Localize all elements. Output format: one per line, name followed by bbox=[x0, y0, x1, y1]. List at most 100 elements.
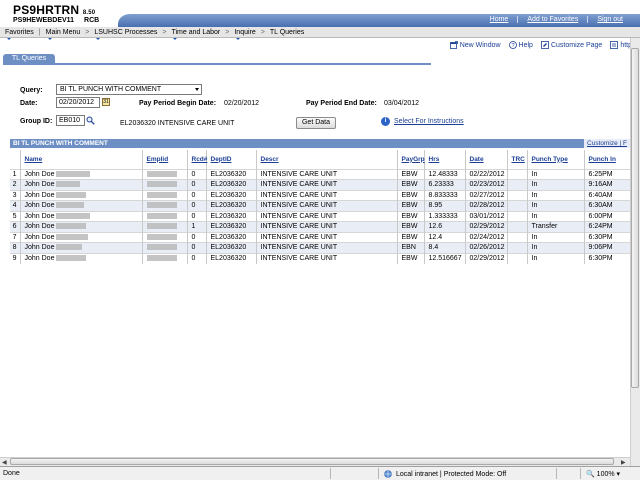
nav-inquire[interactable]: Inquire bbox=[229, 29, 260, 40]
emplid-cell bbox=[142, 200, 188, 211]
col-hrs[interactable]: Hrs bbox=[424, 150, 466, 169]
redacted-emplid bbox=[146, 170, 177, 177]
nav-time-and-labor[interactable]: Time and Labor bbox=[166, 28, 225, 40]
punch-type-cell: In bbox=[527, 242, 585, 253]
nav-time-labor-label: Time and Labor bbox=[171, 28, 221, 36]
deptid-cell: EL2036320 bbox=[206, 231, 257, 243]
punch-type-cell: In bbox=[527, 252, 585, 264]
punch-type-cell: In bbox=[527, 168, 585, 180]
descr-cell: INTENSIVE CARE UNIT bbox=[256, 210, 398, 222]
deptid-cell: EL2036320 bbox=[206, 221, 257, 232]
name-cell: John Doe bbox=[20, 221, 143, 232]
vertical-scroll-thumb[interactable] bbox=[631, 48, 639, 388]
redacted-emplid bbox=[146, 202, 177, 209]
header-banner: PS9HRTRN 8.50 PS9HEWEBDEV11 RCB Home Add… bbox=[0, 0, 640, 27]
nav-tl-queries[interactable]: TL Queries bbox=[265, 29, 309, 36]
trc-cell bbox=[507, 168, 528, 180]
info-icon: i bbox=[381, 117, 390, 126]
table-row: 5 John Doe 0 EL2036320 INTENSIVE CARE UNIT EB… bbox=[10, 210, 631, 222]
customize-page-link[interactable]: Customize Page bbox=[541, 41, 602, 49]
redacted-emplid bbox=[146, 212, 177, 219]
punch-in-cell: 6:30AM bbox=[584, 200, 631, 211]
http-link[interactable]: http bbox=[610, 41, 632, 49]
deptid-cell: EL2036320 bbox=[206, 200, 257, 211]
calendar-icon[interactable]: 31 bbox=[102, 98, 110, 106]
nav-favorites-label: Favorites bbox=[5, 28, 34, 36]
punch-in-cell: 9:06PM bbox=[584, 242, 631, 253]
get-data-button[interactable]: Get Data bbox=[296, 117, 336, 129]
rcd-cell: 0 bbox=[187, 168, 207, 180]
group-description: EL2036320 INTENSIVE CARE UNIT bbox=[120, 120, 235, 127]
table-row: 1 John Doe 0 EL2036320 INTENSIVE CARE UNIT EB… bbox=[10, 168, 631, 180]
date-label: Date: bbox=[20, 100, 38, 107]
paygrp-cell: EBW bbox=[397, 179, 425, 190]
magnifier-icon: 🔍 bbox=[586, 471, 595, 478]
date-cell: 02/29/2012 bbox=[465, 221, 508, 232]
chevron-down-icon bbox=[195, 88, 199, 91]
table-row: 3 John Doe 0 EL2036320 INTENSIVE CARE UNIT EB… bbox=[10, 189, 631, 201]
row-number: 7 bbox=[10, 231, 21, 243]
paygrp-cell: EBW bbox=[397, 200, 425, 211]
search-icon[interactable] bbox=[86, 116, 95, 125]
descr-cell: INTENSIVE CARE UNIT bbox=[256, 242, 398, 253]
query-select[interactable]: BI TL PUNCH WITH COMMENT bbox=[56, 84, 202, 95]
results-table: Name Emplid Rcd# DeptID Descr PayGrp Hrs… bbox=[10, 150, 631, 264]
col-name[interactable]: Name bbox=[20, 150, 143, 169]
home-link[interactable]: Home bbox=[481, 16, 518, 23]
sign-out-link[interactable]: Sign out bbox=[587, 16, 632, 23]
table-row: 9 John Doe 0 EL2036320 INTENSIVE CARE UNIT EB… bbox=[10, 252, 631, 264]
punch-in-cell: 6:24PM bbox=[584, 221, 631, 232]
rcd-cell: 0 bbox=[187, 200, 207, 211]
date-cell: 02/29/2012 bbox=[465, 252, 508, 264]
zoom-level[interactable]: 🔍 100% ▾ bbox=[586, 470, 620, 478]
col-punch-in[interactable]: Punch In bbox=[584, 150, 631, 169]
row-number: 1 bbox=[10, 168, 21, 180]
descr-cell: INTENSIVE CARE UNIT bbox=[256, 221, 398, 232]
nav-main-menu[interactable]: Main Menu bbox=[41, 29, 86, 40]
end-date-label: Pay Period End Date: bbox=[306, 100, 377, 107]
row-number: 9 bbox=[10, 252, 21, 264]
col-date[interactable]: Date bbox=[465, 150, 508, 169]
col-paygrp[interactable]: PayGrp bbox=[397, 150, 425, 169]
name-cell: John Doe bbox=[20, 210, 143, 222]
punch-type-cell: In bbox=[527, 231, 585, 243]
scroll-right-icon[interactable]: ▶ bbox=[621, 459, 626, 466]
help-link[interactable]: ? Help bbox=[508, 41, 533, 49]
col-rownum bbox=[10, 150, 21, 169]
nav-lsuhsc-processes[interactable]: LSUHSC Processes bbox=[89, 29, 162, 40]
col-emplid[interactable]: Emplid bbox=[142, 150, 188, 169]
select-for-instructions-link[interactable]: Select For Instructions bbox=[394, 118, 464, 125]
date-cell: 02/23/2012 bbox=[465, 179, 508, 190]
status-divider bbox=[378, 468, 379, 479]
trc-cell bbox=[507, 189, 528, 201]
deptid-cell: EL2036320 bbox=[206, 210, 257, 222]
add-to-favorites-link[interactable]: Add to Favorites bbox=[517, 16, 587, 23]
descr-cell: INTENSIVE CARE UNIT bbox=[256, 231, 398, 243]
grid-customize-link[interactable]: Customize | F bbox=[584, 139, 630, 148]
emplid-cell bbox=[142, 179, 188, 190]
col-descr[interactable]: Descr bbox=[256, 150, 398, 169]
horizontal-scroll-thumb[interactable] bbox=[10, 458, 614, 465]
descr-cell: INTENSIVE CARE UNIT bbox=[256, 200, 398, 211]
date-field[interactable]: 02/20/2012 bbox=[56, 97, 100, 108]
redacted-name bbox=[56, 255, 87, 262]
col-punch-type[interactable]: Punch Type bbox=[527, 150, 585, 169]
table-row: 7 John Doe 0 EL2036320 INTENSIVE CARE UNIT EB… bbox=[10, 231, 631, 243]
date-cell: 02/24/2012 bbox=[465, 231, 508, 243]
app-version: 8.50 bbox=[82, 10, 96, 16]
scroll-left-icon[interactable]: ◀ bbox=[2, 459, 7, 466]
paygrp-cell: EBW bbox=[397, 210, 425, 222]
status-divider bbox=[330, 468, 331, 479]
redacted-emplid bbox=[146, 233, 177, 240]
punch-type-cell: In bbox=[527, 179, 585, 190]
col-trc[interactable]: TRC bbox=[507, 150, 528, 169]
col-rcd[interactable]: Rcd# bbox=[187, 150, 207, 169]
new-window-label: New Window bbox=[459, 41, 501, 49]
trc-cell bbox=[507, 221, 528, 232]
new-window-link[interactable]: New Window bbox=[449, 41, 501, 49]
group-id-field[interactable]: EB010 bbox=[56, 115, 85, 126]
col-deptid[interactable]: DeptID bbox=[206, 150, 257, 169]
http-icon bbox=[610, 41, 619, 49]
env-code: RCB bbox=[84, 17, 100, 24]
nav-favorites[interactable]: Favorites bbox=[0, 28, 39, 40]
